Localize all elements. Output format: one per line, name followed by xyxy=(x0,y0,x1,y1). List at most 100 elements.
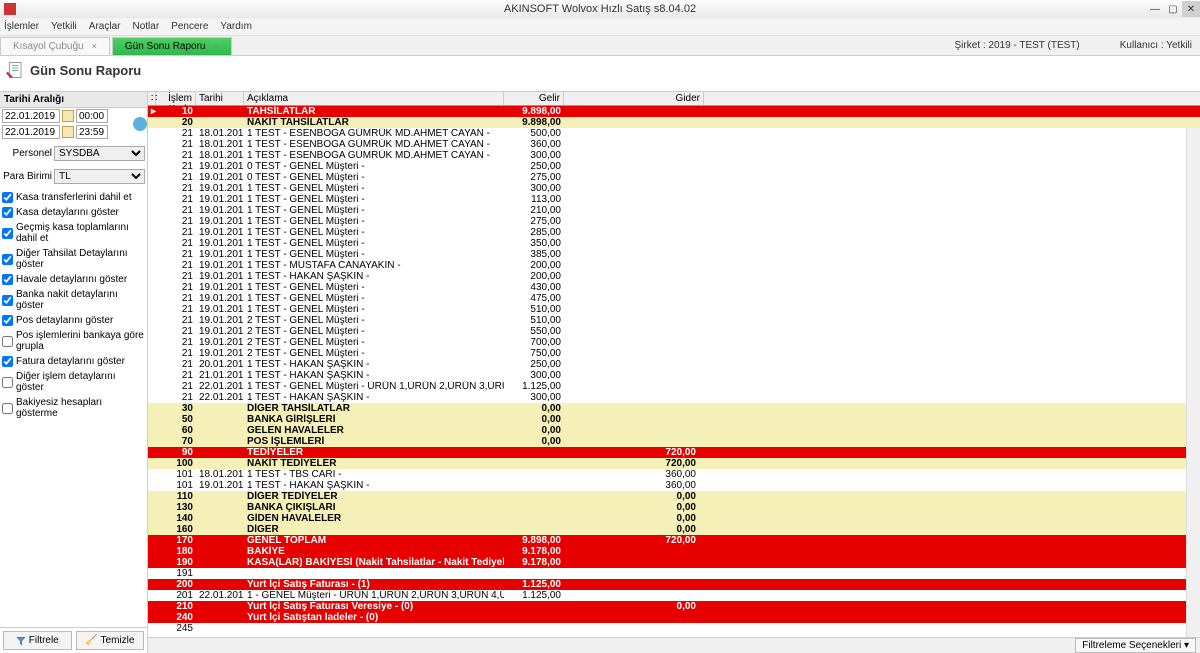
check-2[interactable] xyxy=(2,228,13,239)
table-row[interactable]: 2119.01.20191 TEST - GENEL Müşteri -300,… xyxy=(148,183,1200,194)
table-row[interactable]: 30DİĞER TAHSİLATLAR0,00 xyxy=(148,403,1200,414)
table-row[interactable]: 10119.01.20191 TEST - HAKAN ŞAŞKIN -360,… xyxy=(148,480,1200,491)
table-row[interactable]: 140GİDEN HAVALELER0,00 xyxy=(148,513,1200,524)
table-row[interactable]: 2119.01.20191 TEST - GENEL Müşteri -510,… xyxy=(148,304,1200,315)
para-birimi-select[interactable]: TL xyxy=(54,169,145,184)
para-birimi-label: Para Birimi xyxy=(2,171,52,182)
tab-kisayol[interactable]: Kısayol Çubuğu × xyxy=(0,37,110,55)
check-label-1: Kasa detaylarını göster xyxy=(16,207,119,218)
maximize-button[interactable]: ▢ xyxy=(1164,1,1182,17)
table-row[interactable]: 160DİĞER0,00 xyxy=(148,524,1200,535)
table-row[interactable]: 245 xyxy=(148,623,1200,634)
calendar-icon[interactable] xyxy=(62,126,74,138)
table-row[interactable]: 10118.01.20191 TEST - TBS CARİ -360,00 xyxy=(148,469,1200,480)
table-row[interactable]: 190KASA(LAR) BAKİYESİ (Nakit Tahsilatlar… xyxy=(148,557,1200,568)
table-row[interactable]: 2122.01.20191 TEST - GENEL Müşteri - ÜRÜ… xyxy=(148,381,1200,392)
clear-button[interactable]: 🧹 Temizle xyxy=(76,631,145,650)
check-4[interactable] xyxy=(2,274,13,285)
col-gider[interactable]: Gider xyxy=(564,92,704,105)
check-10[interactable] xyxy=(2,403,13,414)
table-row[interactable]: 2119.01.20192 TEST - GENEL Müşteri -550,… xyxy=(148,326,1200,337)
table-row[interactable]: 170GENEL TOPLAM9.898,00720,00 xyxy=(148,535,1200,546)
check-0[interactable] xyxy=(2,192,13,203)
table-row[interactable]: 100NAKİT TEDİYELER720,00 xyxy=(148,458,1200,469)
table-row[interactable]: 2118.01.20191 TEST - ESENBOĞA GÜMRÜK MD.… xyxy=(148,128,1200,139)
table-row[interactable]: 200Yurt İçi Satış Faturası - (1)1.125,00 xyxy=(148,579,1200,590)
col-tarihi[interactable]: Tarihi xyxy=(196,92,244,105)
check-7[interactable] xyxy=(2,336,13,347)
menu-yardim[interactable]: Yardım xyxy=(220,21,252,32)
table-row[interactable]: 2119.01.20191 TEST - GENEL Müşteri -210,… xyxy=(148,205,1200,216)
menu-pencere[interactable]: Pencere xyxy=(171,21,208,32)
check-5[interactable] xyxy=(2,295,13,306)
table-row[interactable]: 2118.01.20191 TEST - ESENBOĞA GÜMRÜK MD.… xyxy=(148,139,1200,150)
minimize-button[interactable]: — xyxy=(1146,1,1164,17)
table-row[interactable]: 130BANKA ÇIKIŞLARI0,00 xyxy=(148,502,1200,513)
table-row[interactable]: 2119.01.20190 TEST - GENEL Müşteri -275,… xyxy=(148,172,1200,183)
app-icon xyxy=(4,3,16,15)
table-row[interactable]: 240Yurt İçi Satıştan İadeler - (0) xyxy=(148,612,1200,623)
table-row[interactable]: 180BAKİYE9.178,00 xyxy=(148,546,1200,557)
date-range-label: Tarihi Aralığı xyxy=(0,92,147,108)
table-row[interactable]: 90TEDİYELER720,00 xyxy=(148,447,1200,458)
menu-notlar[interactable]: Notlar xyxy=(132,21,159,32)
date-from-input[interactable] xyxy=(2,109,60,123)
funnel-icon xyxy=(16,636,26,646)
check-label-4: Havale detaylarını göster xyxy=(16,274,127,285)
table-row[interactable]: 70POS İŞLEMLERİ0,00 xyxy=(148,436,1200,447)
close-button[interactable]: ✕ xyxy=(1182,1,1200,17)
check-6[interactable] xyxy=(2,315,13,326)
table-row[interactable]: 20NAKİT TAHSİLATLAR9.898,00 xyxy=(148,117,1200,128)
col-islem-kodu[interactable]: İşlem Kodu xyxy=(156,92,196,105)
table-row[interactable]: 2119.01.20191 TEST - HAKAN ŞAŞKIN -200,0… xyxy=(148,271,1200,282)
check-8[interactable] xyxy=(2,356,13,367)
menu-yetkili[interactable]: Yetkili xyxy=(51,21,77,32)
menu-islemler[interactable]: İşlemler xyxy=(4,21,39,32)
broom-icon: 🧹 xyxy=(85,635,97,646)
table-row[interactable]: 20122.01.20191 - GENEL Müşteri - ÜRÜN 1,… xyxy=(148,590,1200,601)
table-row[interactable]: 2119.01.20191 TEST - GENEL Müşteri -113,… xyxy=(148,194,1200,205)
table-row[interactable]: 2119.01.20192 TEST - GENEL Müşteri -510,… xyxy=(148,315,1200,326)
check-9[interactable] xyxy=(2,377,13,388)
check-label-3: Diğer Tahsilat Detaylarını göster xyxy=(16,248,145,270)
table-row[interactable]: 2121.01.20191 TEST - HAKAN ŞAŞKIN -300,0… xyxy=(148,370,1200,381)
table-row[interactable]: 2119.01.20191 TEST - GENEL Müşteri -475,… xyxy=(148,293,1200,304)
table-row[interactable]: 2119.01.20191 TEST - MUSTAFA CANAYAKIN -… xyxy=(148,260,1200,271)
table-row[interactable]: 2119.01.20190 TEST - GENEL Müşteri -250,… xyxy=(148,161,1200,172)
table-row[interactable]: 50BANKA GİRİŞLERİ0,00 xyxy=(148,414,1200,425)
table-row[interactable]: 60GELEN HAVALELER0,00 xyxy=(148,425,1200,436)
tab-close-icon[interactable]: × xyxy=(214,41,219,51)
filter-options-button[interactable]: Filtreleme Seçenekleri ▾ xyxy=(1075,638,1196,653)
date-to-input[interactable] xyxy=(2,125,60,139)
table-row[interactable]: 2120.01.20191 TEST - HAKAN ŞAŞKIN -250,0… xyxy=(148,359,1200,370)
filter-button[interactable]: Filtrele xyxy=(3,631,72,650)
table-row[interactable]: 2119.01.20191 TEST - GENEL Müşteri -430,… xyxy=(148,282,1200,293)
table-row[interactable]: 2119.01.20191 TEST - GENEL Müşteri -350,… xyxy=(148,238,1200,249)
col-aciklama[interactable]: Açıklama xyxy=(244,92,504,105)
tab-gun-sonu[interactable]: Gün Sonu Raporu × xyxy=(112,37,232,55)
vertical-scrollbar[interactable] xyxy=(1186,128,1200,637)
table-row[interactable]: 2119.01.20191 TEST - GENEL Müşteri -285,… xyxy=(148,227,1200,238)
table-row[interactable]: 2122.01.20191 TEST - HAKAN ŞAŞKIN -300,0… xyxy=(148,392,1200,403)
menu-araclar[interactable]: Araçlar xyxy=(89,21,121,32)
refresh-icon[interactable] xyxy=(133,117,147,131)
personel-select[interactable]: SYSDBA xyxy=(54,146,145,161)
table-row[interactable]: 210Yurt İçi Satış Faturası Veresiye - (0… xyxy=(148,601,1200,612)
table-row[interactable]: 2119.01.20191 TEST - GENEL Müşteri -385,… xyxy=(148,249,1200,260)
table-row[interactable]: 110DİĞER TEDİYELER0,00 xyxy=(148,491,1200,502)
time-to-input[interactable] xyxy=(76,125,108,139)
check-1[interactable] xyxy=(2,207,13,218)
calendar-icon[interactable] xyxy=(62,110,74,122)
table-row[interactable]: ▸10TAHSİLATLAR9.898,00 xyxy=(148,106,1200,117)
time-from-input[interactable] xyxy=(76,109,108,123)
table-row[interactable]: 2119.01.20192 TEST - GENEL Müşteri -700,… xyxy=(148,337,1200,348)
check-3[interactable] xyxy=(2,254,13,265)
col-gelir[interactable]: Gelir xyxy=(504,92,564,105)
table-row[interactable]: 2118.01.20191 TEST - ESENBOĞA GÜMRÜK MD.… xyxy=(148,150,1200,161)
tab-close-icon[interactable]: × xyxy=(92,41,97,51)
table-row[interactable]: 2119.01.20192 TEST - GENEL Müşteri -750,… xyxy=(148,348,1200,359)
report-icon xyxy=(6,60,26,80)
table-row[interactable]: 2119.01.20191 TEST - GENEL Müşteri -275,… xyxy=(148,216,1200,227)
window-title: AKINSOFT Wolvox Hızlı Satış s8.04.02 xyxy=(504,3,696,15)
table-row[interactable]: 191 xyxy=(148,568,1200,579)
